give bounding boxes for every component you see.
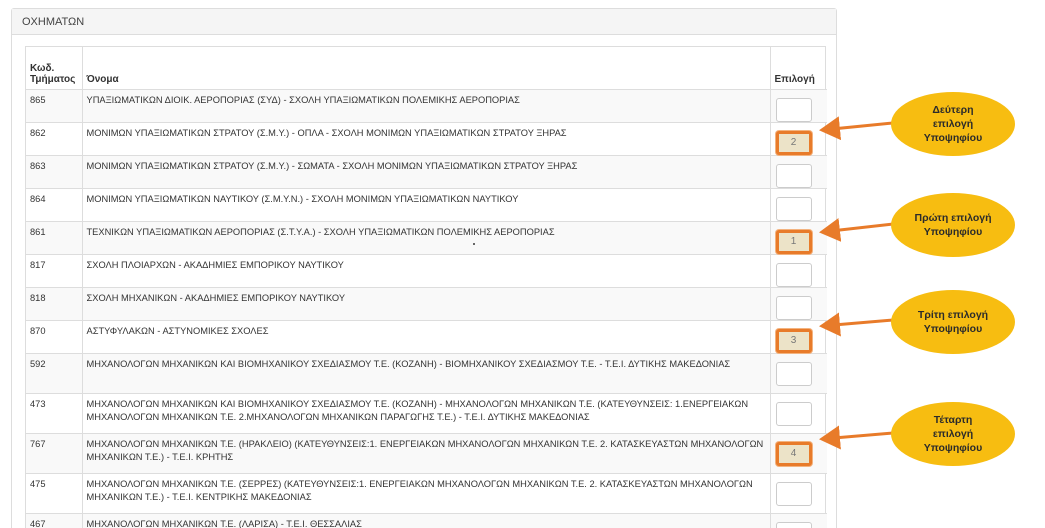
row-code: 864 <box>26 188 83 222</box>
table-row: 473 ΜΗΧΑΝΟΛΟΓΩΝ ΜΗΧΑΝΙΚΩΝ ΚΑΙ ΒΙΟΜΗΧΑΝΙΚ… <box>26 393 827 434</box>
row-name: ΜΗΧΑΝΟΛΟΓΩΝ ΜΗΧΑΝΙΚΩΝ ΚΑΙ ΒΙΟΜΗΧΑΝΙΚΟΥ Σ… <box>82 353 771 394</box>
table-row: 865 ΥΠΑΞΙΩΜΑΤΙΚΩΝ ΔΙΟΙΚ. ΑΕΡΟΠΟΡΙΑΣ (ΣΥΔ… <box>26 89 827 123</box>
table-row: 817 ΣΧΟΛΗ ΠΛΟΙΑΡΧΩΝ - ΑΚΑΔΗΜΙΕΣ ΕΜΠΟΡΙΚΟ… <box>26 254 827 288</box>
choice-input[interactable]: 1 <box>775 229 812 254</box>
row-code: 817 <box>26 254 83 288</box>
departments-panel: ΟΧΗΜΑΤΩΝ Κωδ. Τμήματος Όνομα Επιλογή 865… <box>11 8 837 528</box>
table-row: 864 ΜΟΝΙΜΩΝ ΥΠΑΞΙΩΜΑΤΙΚΩΝ ΝΑΥΤΙΚΟΥ (Σ.Μ.… <box>26 188 827 222</box>
row-name: ΜΗΧΑΝΟΛΟΓΩΝ ΜΗΧΑΝΙΚΩΝ Τ.Ε. (ΣΕΡΡΕΣ) (ΚΑΤ… <box>82 473 771 514</box>
departments-table: Κωδ. Τμήματος Όνομα Επιλογή 865 ΥΠΑΞΙΩΜΑ… <box>26 47 827 528</box>
table-row: 475 ΜΗΧΑΝΟΛΟΓΩΝ ΜΗΧΑΝΙΚΩΝ Τ.Ε. (ΣΕΡΡΕΣ) … <box>26 473 827 514</box>
row-name: ΜΟΝΙΜΩΝ ΥΠΑΞΙΩΜΑΤΙΚΩΝ ΣΤΡΑΤΟΥ (Σ.Μ.Υ.) -… <box>82 155 771 189</box>
row-name: ΤΕΧΝΙΚΩΝ ΥΠΑΞΙΩΜΑΤΙΚΩΝ ΑΕΡΟΠΟΡΙΑΣ (Σ.Τ.Υ… <box>82 221 771 255</box>
row-code: 473 <box>26 393 83 434</box>
table-row: 767 ΜΗΧΑΝΟΛΟΓΩΝ ΜΗΧΑΝΙΚΩΝ Τ.Ε. (ΗΡΑΚΛΕΙΟ… <box>26 433 827 474</box>
choice-input[interactable] <box>775 196 812 221</box>
table-header-row: Κωδ. Τμήματος Όνομα Επιλογή <box>26 47 827 90</box>
row-code: 467 <box>26 513 83 528</box>
row-name: ΣΧΟΛΗ ΠΛΟΙΑΡΧΩΝ - ΑΚΑΔΗΜΙΕΣ ΕΜΠΟΡΙΚΟΥ ΝΑ… <box>82 254 771 288</box>
row-name: ΥΠΑΞΙΩΜΑΤΙΚΩΝ ΔΙΟΙΚ. ΑΕΡΟΠΟΡΙΑΣ (ΣΥΔ) - … <box>82 89 771 123</box>
choice-input[interactable] <box>775 97 812 122</box>
row-name: ΜΟΝΙΜΩΝ ΥΠΑΞΙΩΜΑΤΙΚΩΝ ΣΤΡΑΤΟΥ (Σ.Μ.Υ.) -… <box>82 122 771 156</box>
choice-input[interactable] <box>775 163 812 188</box>
row-name: ΑΣΤΥΦΥΛΑΚΩΝ - ΑΣΤΥΝΟΜΙΚΕΣ ΣΧΟΛΕΣ <box>82 320 771 354</box>
choice-input[interactable]: 3 <box>775 328 812 353</box>
table-row: 592 ΜΗΧΑΝΟΛΟΓΩΝ ΜΗΧΑΝΙΚΩΝ ΚΑΙ ΒΙΟΜΗΧΑΝΙΚ… <box>26 353 827 394</box>
callout-third-choice: Τρίτη επιλογή Υποψηφίου <box>891 290 1015 354</box>
callout-third-text: Τρίτη επιλογή Υποψηφίου <box>917 309 989 335</box>
table-row: 818 ΣΧΟΛΗ ΜΗΧΑΝΙΚΩΝ - ΑΚΑΔΗΜΙΕΣ ΕΜΠΟΡΙΚΟ… <box>26 287 827 321</box>
choice-input[interactable]: 2 <box>775 130 812 155</box>
row-code: 861 <box>26 221 83 255</box>
choice-input[interactable]: 4 <box>775 441 812 466</box>
stray-dot <box>473 243 475 245</box>
row-code: 862 <box>26 122 83 156</box>
header-choice: Επιλογή <box>770 47 827 90</box>
callout-first-choice: Πρώτη επιλογή Υποψηφίου <box>891 193 1015 257</box>
table-row: 870 ΑΣΤΥΦΥΛΑΚΩΝ - ΑΣΤΥΝΟΜΙΚΕΣ ΣΧΟΛΕΣ 3 <box>26 320 827 354</box>
table-row: 862 ΜΟΝΙΜΩΝ ΥΠΑΞΙΩΜΑΤΙΚΩΝ ΣΤΡΑΤΟΥ (Σ.Μ.Υ… <box>26 122 827 156</box>
row-code: 818 <box>26 287 83 321</box>
table-row: 467 ΜΗΧΑΝΟΛΟΓΩΝ ΜΗΧΑΝΙΚΩΝ Τ.Ε. (ΛΑΡΙΣΑ) … <box>26 513 827 528</box>
row-code: 863 <box>26 155 83 189</box>
choice-input[interactable] <box>775 295 812 320</box>
row-name: ΜΗΧΑΝΟΛΟΓΩΝ ΜΗΧΑΝΙΚΩΝ Τ.Ε. (ΛΑΡΙΣΑ) - Τ.… <box>82 513 771 528</box>
callout-fourth-text: Τέταρτη επιλογή Υποψηφίου <box>923 414 983 454</box>
row-name: ΜΗΧΑΝΟΛΟΓΩΝ ΜΗΧΑΝΙΚΩΝ Τ.Ε. (ΗΡΑΚΛΕΙΟ) (Κ… <box>82 433 771 474</box>
panel-title: ΟΧΗΜΑΤΩΝ <box>12 9 836 35</box>
choice-input[interactable] <box>775 361 812 386</box>
row-name: ΣΧΟΛΗ ΜΗΧΑΝΙΚΩΝ - ΑΚΑΔΗΜΙΕΣ ΕΜΠΟΡΙΚΟΥ ΝΑ… <box>82 287 771 321</box>
callout-fourth-choice: Τέταρτη επιλογή Υποψηφίου <box>891 402 1015 466</box>
row-name: ΜΟΝΙΜΩΝ ΥΠΑΞΙΩΜΑΤΙΚΩΝ ΝΑΥΤΙΚΟΥ (Σ.Μ.Υ.Ν.… <box>82 188 771 222</box>
choice-input[interactable] <box>775 521 812 528</box>
row-name: ΜΗΧΑΝΟΛΟΓΩΝ ΜΗΧΑΝΙΚΩΝ ΚΑΙ ΒΙΟΜΗΧΑΝΙΚΟΥ Σ… <box>82 393 771 434</box>
callout-first-text: Πρώτη επιλογή Υποψηφίου <box>914 212 992 238</box>
row-code: 865 <box>26 89 83 123</box>
choice-input[interactable] <box>775 401 812 426</box>
table-row: 863 ΜΟΝΙΜΩΝ ΥΠΑΞΙΩΜΑΤΙΚΩΝ ΣΤΡΑΤΟΥ (Σ.Μ.Υ… <box>26 155 827 189</box>
table-row: 861 ΤΕΧΝΙΚΩΝ ΥΠΑΞΙΩΜΑΤΙΚΩΝ ΑΕΡΟΠΟΡΙΑΣ (Σ… <box>26 221 827 255</box>
row-code: 870 <box>26 320 83 354</box>
choice-input[interactable] <box>775 481 812 506</box>
row-code: 767 <box>26 433 83 474</box>
choice-input[interactable] <box>775 262 812 287</box>
row-code: 592 <box>26 353 83 394</box>
callout-second-choice: Δεύτερη επιλογή Υποψηφίου <box>891 92 1015 156</box>
row-code: 475 <box>26 473 83 514</box>
callout-second-text: Δεύτερη επιλογή Υποψηφίου <box>923 104 983 144</box>
header-name: Όνομα <box>82 47 771 90</box>
header-code: Κωδ. Τμήματος <box>26 47 83 90</box>
departments-table-wrapper: Κωδ. Τμήματος Όνομα Επιλογή 865 ΥΠΑΞΙΩΜΑ… <box>25 46 827 528</box>
